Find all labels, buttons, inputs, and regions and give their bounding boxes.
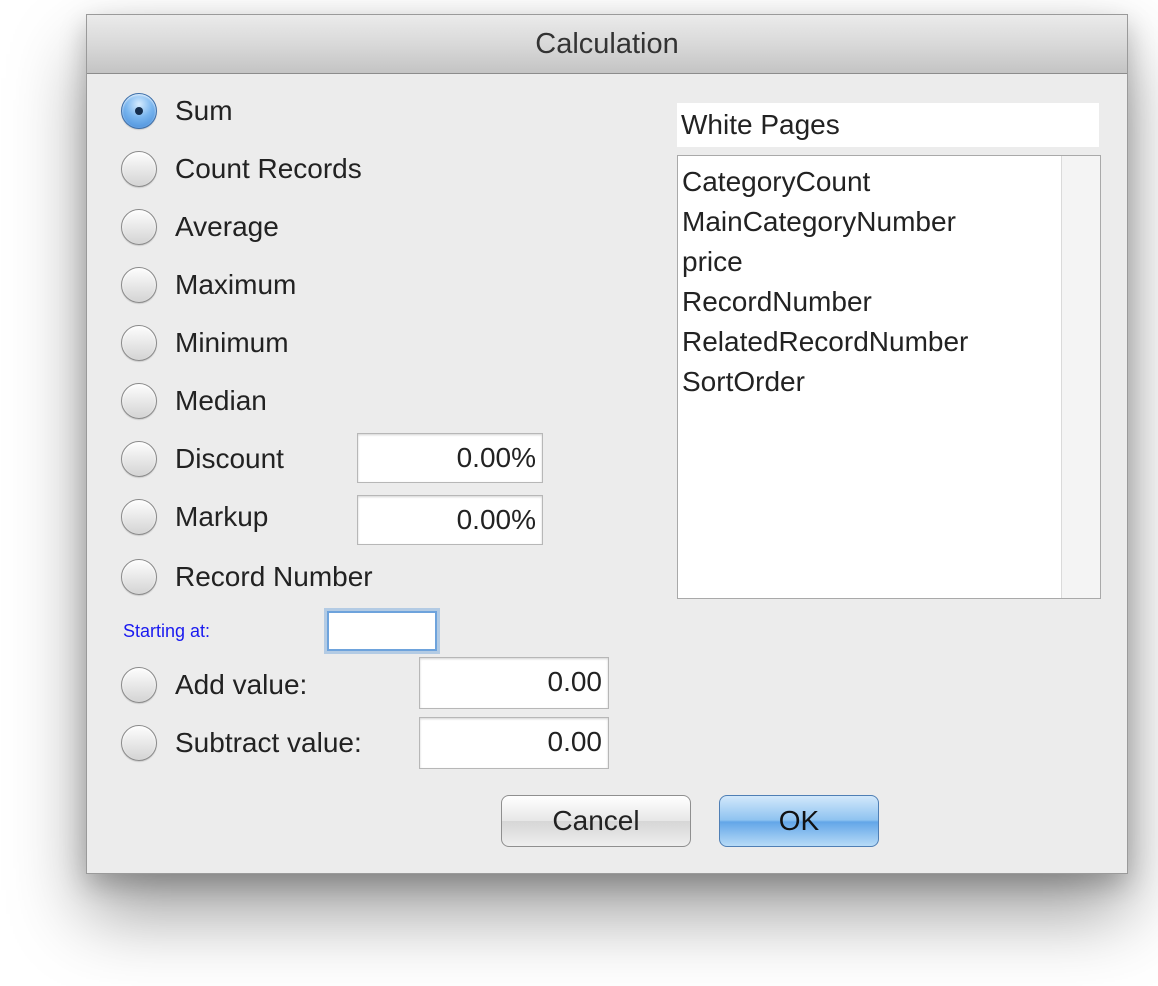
ok-button[interactable]: OK [719, 795, 879, 847]
radio-sum[interactable] [121, 93, 157, 129]
option-median-label: Median [175, 385, 267, 416]
list-item[interactable]: SortOrder [682, 362, 1058, 402]
radio-average[interactable] [121, 209, 157, 245]
option-markup[interactable]: Markup [121, 495, 268, 539]
option-maximum[interactable]: Maximum [121, 263, 296, 307]
option-subtract-value[interactable]: Subtract value: [121, 721, 362, 765]
list-item[interactable]: RelatedRecordNumber [682, 322, 1058, 362]
list-item[interactable]: RecordNumber [682, 282, 1058, 322]
option-minimum-label: Minimum [175, 327, 289, 358]
option-sum[interactable]: Sum [121, 89, 233, 133]
option-record-number-label: Record Number [175, 561, 373, 592]
discount-field[interactable]: 0.00% [357, 433, 543, 483]
option-sum-label: Sum [175, 95, 233, 126]
starting-at-field[interactable] [327, 611, 437, 651]
option-minimum[interactable]: Minimum [121, 321, 289, 365]
option-discount-label: Discount [175, 443, 284, 474]
option-subtract-value-label: Subtract value: [175, 727, 362, 758]
list-scrollbar[interactable] [1061, 156, 1100, 598]
option-average-label: Average [175, 211, 279, 242]
dialog-title: Calculation [535, 28, 679, 60]
calculation-dialog: Calculation Sum Count Records Average Ma… [86, 14, 1128, 874]
list-item[interactable]: price [682, 242, 1058, 282]
radio-minimum[interactable] [121, 325, 157, 361]
radio-subtract-value[interactable] [121, 725, 157, 761]
fields-listbox[interactable]: CategoryCount MainCategoryNumber price R… [677, 155, 1101, 599]
option-median[interactable]: Median [121, 379, 267, 423]
option-add-value[interactable]: Add value: [121, 663, 307, 707]
radio-median[interactable] [121, 383, 157, 419]
radio-maximum[interactable] [121, 267, 157, 303]
markup-field[interactable]: 0.00% [357, 495, 543, 545]
radio-record-number[interactable] [121, 559, 157, 595]
add-value-field[interactable]: 0.00 [419, 657, 609, 709]
option-record-number[interactable]: Record Number [121, 555, 373, 599]
option-discount[interactable]: Discount [121, 437, 284, 481]
list-item[interactable]: MainCategoryNumber [682, 202, 1058, 242]
list-item[interactable]: CategoryCount [682, 162, 1058, 202]
option-markup-label: Markup [175, 501, 269, 532]
fields-list: CategoryCount MainCategoryNumber price R… [682, 162, 1058, 402]
cancel-button[interactable]: Cancel [501, 795, 691, 847]
radio-add-value[interactable] [121, 667, 157, 703]
radio-selected-dot [135, 107, 143, 115]
radio-count-records[interactable] [121, 151, 157, 187]
starting-at-label: Starting at: [123, 621, 211, 641]
radio-markup[interactable] [121, 499, 157, 535]
subtract-value-field[interactable]: 0.00 [419, 717, 609, 769]
option-count-records[interactable]: Count Records [121, 147, 362, 191]
source-name-field[interactable]: White Pages [677, 103, 1099, 147]
option-average[interactable]: Average [121, 205, 279, 249]
title-bar[interactable]: Calculation [87, 15, 1127, 74]
radio-discount[interactable] [121, 441, 157, 477]
option-add-value-label: Add value: [175, 669, 308, 700]
option-maximum-label: Maximum [175, 269, 297, 300]
option-count-records-label: Count Records [175, 153, 362, 184]
